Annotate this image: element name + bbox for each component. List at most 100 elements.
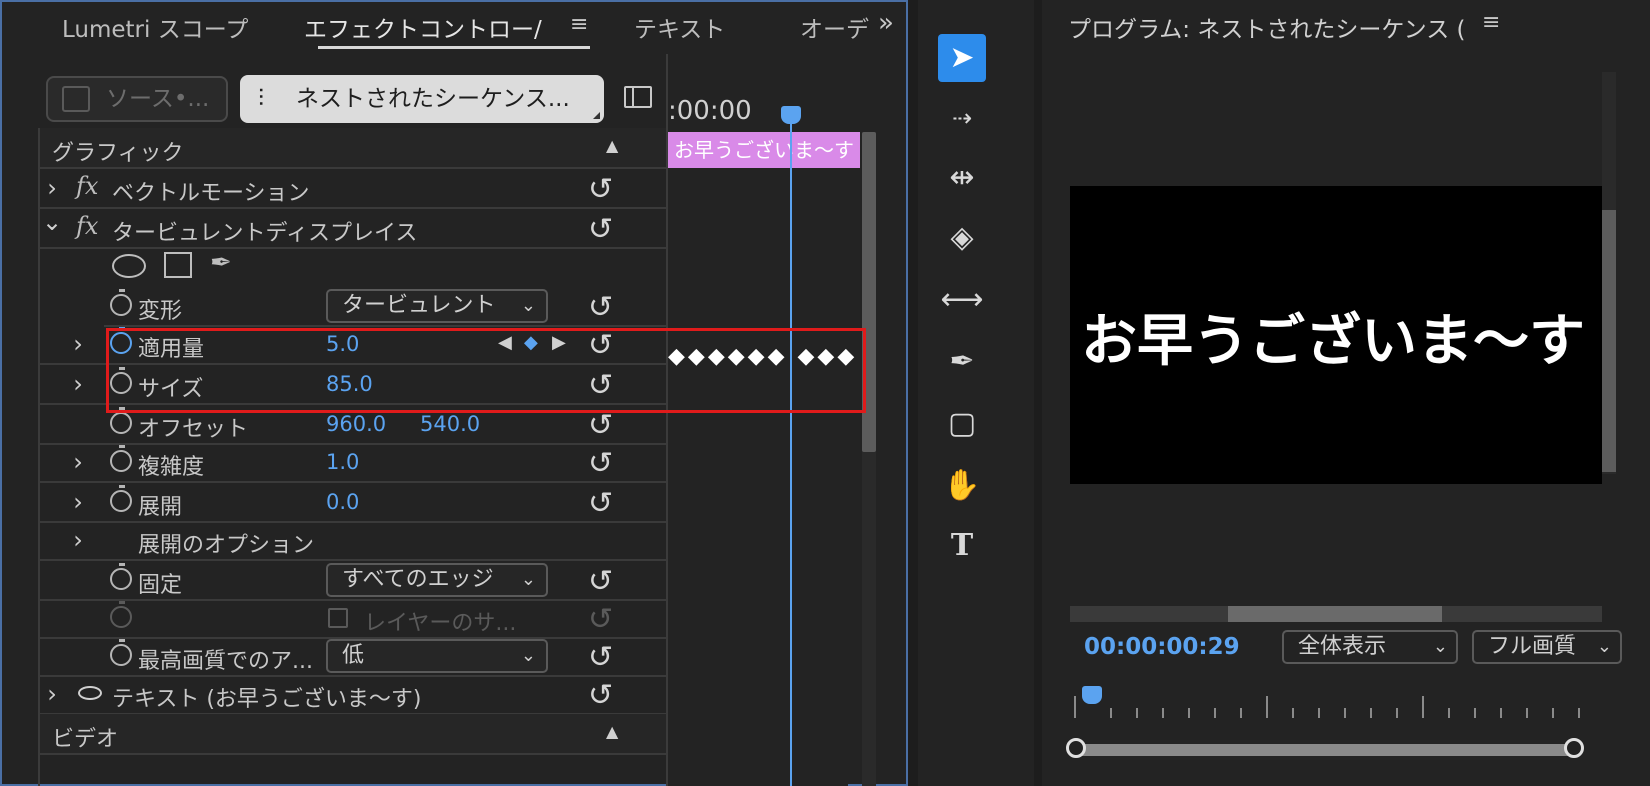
reset-icon[interactable]: ↺ bbox=[588, 678, 613, 713]
chevron-right-icon[interactable]: › bbox=[68, 448, 88, 476]
chevron-right-icon[interactable]: › bbox=[42, 680, 62, 708]
tab-effect-controls[interactable]: エフェクトコントロー/ bbox=[304, 10, 542, 44]
toggle-timeline-icon[interactable] bbox=[624, 86, 652, 108]
tab-lumetri-scopes[interactable]: Lumetri スコープ bbox=[62, 10, 248, 44]
effect-text-layer[interactable]: › テキスト (お早うございま～す) ↺ bbox=[40, 674, 668, 715]
reset-icon: ↺ bbox=[588, 602, 614, 637]
hand-tool-icon[interactable]: ✋ bbox=[938, 462, 986, 510]
playhead-marker-icon[interactable] bbox=[781, 106, 801, 124]
reset-icon[interactable]: ↺ bbox=[588, 564, 613, 599]
film-grid-icon bbox=[62, 86, 90, 112]
chevron-down-icon[interactable]: ⌄ bbox=[42, 208, 62, 236]
effect-vector-motion[interactable]: › fx ベクトルモーション ↺ bbox=[40, 168, 668, 209]
stopwatch-icon[interactable] bbox=[110, 639, 132, 666]
reset-icon[interactable]: ↺ bbox=[588, 212, 613, 247]
collapse-icon[interactable]: ▲ bbox=[606, 722, 618, 741]
property-label: 変形 bbox=[138, 299, 183, 324]
antialias-dropdown[interactable]: 低 ⌄ bbox=[326, 639, 548, 673]
chevron-right-icon[interactable]: › bbox=[68, 370, 88, 398]
reset-icon[interactable]: ↺ bbox=[588, 290, 613, 325]
panel-menu-icon[interactable]: ≡ bbox=[570, 12, 588, 37]
zoom-level-select[interactable]: 全体表示 ⌄ bbox=[1282, 630, 1458, 664]
sequence-clip-label: ネストされたシーケンス... bbox=[296, 86, 570, 112]
zoom-handle-left[interactable] bbox=[1066, 738, 1086, 758]
effect-controls-panel: Lumetri スコープ エフェクトコントロー/ ≡ テキスト オーデ » ソー… bbox=[0, 0, 908, 786]
displacement-dropdown[interactable]: タービュレント ⌄ bbox=[326, 289, 548, 323]
playhead-marker-icon[interactable] bbox=[1082, 686, 1102, 704]
effect-name: タービュレントディスプレイス bbox=[112, 221, 418, 246]
sequence-clip-button[interactable]: ⫶ ネストされたシーケンス... bbox=[240, 75, 604, 123]
collapse-icon[interactable]: ▲ bbox=[606, 136, 618, 155]
pinning-dropdown[interactable]: すべてのエッジ ⌄ bbox=[326, 563, 548, 597]
section-graphic[interactable]: グラフィック ▲ bbox=[40, 128, 668, 169]
stopwatch-icon[interactable] bbox=[110, 289, 132, 316]
chevron-right-icon[interactable]: › bbox=[42, 174, 62, 202]
reset-icon[interactable]: ↺ bbox=[588, 408, 613, 443]
stopwatch-icon bbox=[110, 601, 132, 628]
effect-turbulent-displace[interactable]: ⌄ fx タービュレントディスプレイス ↺ bbox=[40, 208, 668, 249]
rectangle-mask-icon[interactable] bbox=[164, 252, 192, 278]
zoom-scroll-bar[interactable] bbox=[1076, 744, 1576, 756]
property-label: 固定 bbox=[138, 573, 183, 598]
effect-name: ベクトルモーション bbox=[112, 181, 310, 206]
section-graphic-label: グラフィック bbox=[52, 141, 184, 166]
reset-icon[interactable]: ↺ bbox=[588, 640, 613, 675]
zoom-handle-right[interactable] bbox=[1564, 738, 1584, 758]
tools-panel: ➤ ⇢ ⇹ ◈ ⟷ ✒ ▢ ✋ T bbox=[918, 0, 1034, 786]
reset-icon[interactable]: ↺ bbox=[588, 486, 613, 521]
source-clip-label: ソース•... bbox=[106, 86, 210, 112]
preview-caption-text: お早うございま～す bbox=[1081, 309, 1585, 374]
chevron-right-icon[interactable]: › bbox=[68, 488, 88, 516]
rectangle-tool-icon[interactable]: ▢ bbox=[938, 400, 986, 448]
panel-menu-icon[interactable]: ≡ bbox=[1482, 10, 1500, 35]
source-clip-button[interactable]: ソース•... bbox=[46, 76, 228, 122]
evolution-value[interactable]: 0.0 bbox=[326, 490, 359, 514]
time-ruler[interactable] bbox=[1070, 688, 1606, 718]
tab-audio[interactable]: オーデ bbox=[800, 10, 869, 44]
track-select-tool-icon[interactable]: ⇢ bbox=[938, 94, 986, 142]
stopwatch-icon[interactable] bbox=[110, 445, 132, 472]
chevron-right-icon[interactable]: › bbox=[68, 526, 88, 554]
stopwatch-icon[interactable] bbox=[110, 407, 132, 434]
scrollbar-thumb[interactable] bbox=[1602, 210, 1616, 472]
keyframe-timeline[interactable]: :00:00 お早うございま～す ◆◆◆◆◆◆ ◆◆◆ bbox=[666, 54, 860, 786]
timeline-clip-bar[interactable]: お早うございま～す bbox=[668, 132, 860, 168]
complexity-value[interactable]: 1.0 bbox=[326, 450, 359, 474]
reset-icon[interactable]: ↺ bbox=[588, 172, 613, 207]
offset-y-value[interactable]: 540.0 bbox=[420, 412, 480, 436]
chevron-down-icon: ⌄ bbox=[520, 295, 536, 316]
slip-tool-icon[interactable]: ⟷ bbox=[938, 276, 986, 324]
offset-x-value[interactable]: 960.0 bbox=[326, 412, 386, 436]
chevron-right-icon[interactable]: › bbox=[68, 330, 88, 358]
section-video[interactable]: ビデオ ▲ bbox=[40, 714, 668, 755]
playhead-line[interactable] bbox=[790, 108, 792, 786]
selection-tool-icon[interactable]: ➤ bbox=[938, 34, 986, 82]
tab-overflow-icon[interactable]: » bbox=[878, 8, 894, 38]
playback-resolution-select[interactable]: フル画質 ⌄ bbox=[1472, 630, 1622, 664]
tab-text[interactable]: テキスト bbox=[634, 10, 725, 44]
pen-tool-icon[interactable]: ✒ bbox=[938, 338, 986, 386]
effect-name: テキスト (お早うございま～す) bbox=[112, 687, 422, 712]
select-value: フル画質 bbox=[1488, 634, 1577, 659]
eye-icon[interactable] bbox=[78, 686, 102, 700]
timeline-timecode: :00:00 bbox=[668, 96, 752, 126]
fx-icon[interactable]: fx bbox=[76, 212, 98, 240]
pen-mask-icon[interactable]: ✒ bbox=[210, 248, 232, 278]
ellipse-mask-icon[interactable] bbox=[112, 254, 146, 278]
property-evolution: › 展開 0.0 ↺ bbox=[40, 482, 668, 523]
stopwatch-icon[interactable] bbox=[110, 563, 132, 590]
stopwatch-icon[interactable] bbox=[110, 485, 132, 512]
dropdown-corner-icon bbox=[593, 112, 600, 119]
program-monitor-title[interactable]: プログラム: ネストされたシーケンス ( bbox=[1068, 10, 1466, 44]
reset-icon[interactable]: ↺ bbox=[588, 446, 613, 481]
type-tool-icon[interactable]: T bbox=[938, 522, 986, 570]
property-label: 最高画質でのア... bbox=[138, 649, 313, 674]
checkbox bbox=[328, 608, 348, 628]
playhead-timecode[interactable]: 00:00:00:29 bbox=[1084, 634, 1240, 660]
scrollbar-thumb[interactable] bbox=[1228, 606, 1442, 622]
chevron-down-icon: ⌄ bbox=[520, 645, 536, 666]
razor-tool-icon[interactable]: ◈ bbox=[938, 214, 986, 262]
ripple-edit-tool-icon[interactable]: ⇹ bbox=[938, 154, 986, 202]
fx-icon[interactable]: fx bbox=[76, 172, 98, 200]
video-preview[interactable]: お早うございま～す bbox=[1070, 186, 1602, 484]
